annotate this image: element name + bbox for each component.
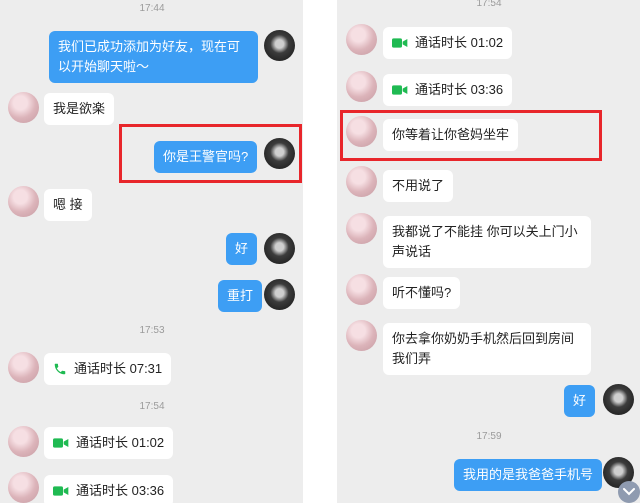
message-bubble-outgoing[interactable]: 你是王警官吗? xyxy=(154,141,258,173)
avatar[interactable] xyxy=(8,186,39,217)
avatar[interactable] xyxy=(8,472,39,503)
call-duration-text: 通话时长 07:31 xyxy=(74,361,163,376)
video-camera-icon xyxy=(53,486,69,496)
call-duration-text: 通话时长 01:02 xyxy=(415,35,504,50)
message-bubble-incoming[interactable]: 你等着让你爸妈坐牢 xyxy=(383,119,519,151)
message-bubble-incoming[interactable]: 我都说了不能挂 你可以关上门小声说话 xyxy=(383,216,591,268)
avatar[interactable] xyxy=(346,71,377,102)
message-bubble-incoming[interactable]: 不用说了 xyxy=(383,170,454,202)
chat-panel-right[interactable]: 17:54 通话时长 01:02 通话时长 03:36 你等着让你爸妈坐牢 不用… xyxy=(337,0,640,503)
message-bubble-incoming[interactable]: 你去拿你奶奶手机然后回到房间我们弄 xyxy=(383,323,591,375)
message-bubble-incoming[interactable]: 嗯 接 xyxy=(44,189,92,221)
avatar[interactable] xyxy=(264,233,295,264)
call-record-bubble[interactable]: 通话时长 07:31 xyxy=(44,353,172,385)
avatar[interactable] xyxy=(346,213,377,244)
avatar[interactable] xyxy=(346,166,377,197)
avatar[interactable] xyxy=(8,352,39,383)
call-duration-text: 通话时长 03:36 xyxy=(415,82,504,97)
avatar[interactable] xyxy=(264,279,295,310)
avatar[interactable] xyxy=(8,92,39,123)
timestamp: 17:54 xyxy=(139,401,165,412)
message-bubble-incoming[interactable]: 听不懂吗? xyxy=(383,277,461,309)
avatar[interactable] xyxy=(346,24,377,55)
message-bubble-outgoing[interactable]: 我们已成功添加为好友，现在可以开始聊天啦～ xyxy=(49,31,258,83)
phone-icon xyxy=(54,363,66,375)
timestamp: 17:59 xyxy=(476,431,502,442)
message-bubble-outgoing[interactable]: 我用的是我爸爸手机号 xyxy=(454,459,603,491)
message-bubble-outgoing[interactable]: 重打 xyxy=(218,280,263,312)
avatar[interactable] xyxy=(264,138,295,169)
avatar[interactable] xyxy=(8,426,39,457)
video-camera-icon xyxy=(392,38,408,48)
avatar[interactable] xyxy=(346,116,377,147)
call-duration-text: 通话时长 01:02 xyxy=(76,435,165,450)
call-record-bubble[interactable]: 通话时长 03:36 xyxy=(383,74,513,106)
avatar[interactable] xyxy=(264,30,295,61)
scroll-to-bottom-button[interactable] xyxy=(618,481,640,503)
timestamp: 17:44 xyxy=(139,3,165,14)
call-record-bubble[interactable]: 通话时长 01:02 xyxy=(383,27,513,59)
message-bubble-outgoing[interactable]: 好 xyxy=(564,385,596,417)
call-duration-text: 通话时长 03:36 xyxy=(76,483,165,498)
video-camera-icon xyxy=(392,85,408,95)
message-bubble-outgoing[interactable]: 好 xyxy=(226,233,258,265)
avatar[interactable] xyxy=(346,320,377,351)
chat-panel-left[interactable]: 17:44 我们已成功添加为好友，现在可以开始聊天啦～ 我是欲楽 你是王警官吗?… xyxy=(0,0,303,503)
call-record-bubble[interactable]: 通话时长 01:02 xyxy=(44,427,174,459)
timestamp: 17:54 xyxy=(476,0,502,9)
avatar[interactable] xyxy=(603,384,634,415)
avatar[interactable] xyxy=(346,274,377,305)
message-bubble-incoming[interactable]: 我是欲楽 xyxy=(44,93,115,125)
chevron-down-icon xyxy=(623,488,635,496)
call-record-bubble[interactable]: 通话时长 03:36 xyxy=(44,475,174,503)
video-camera-icon xyxy=(53,438,69,448)
timestamp: 17:53 xyxy=(139,325,165,336)
